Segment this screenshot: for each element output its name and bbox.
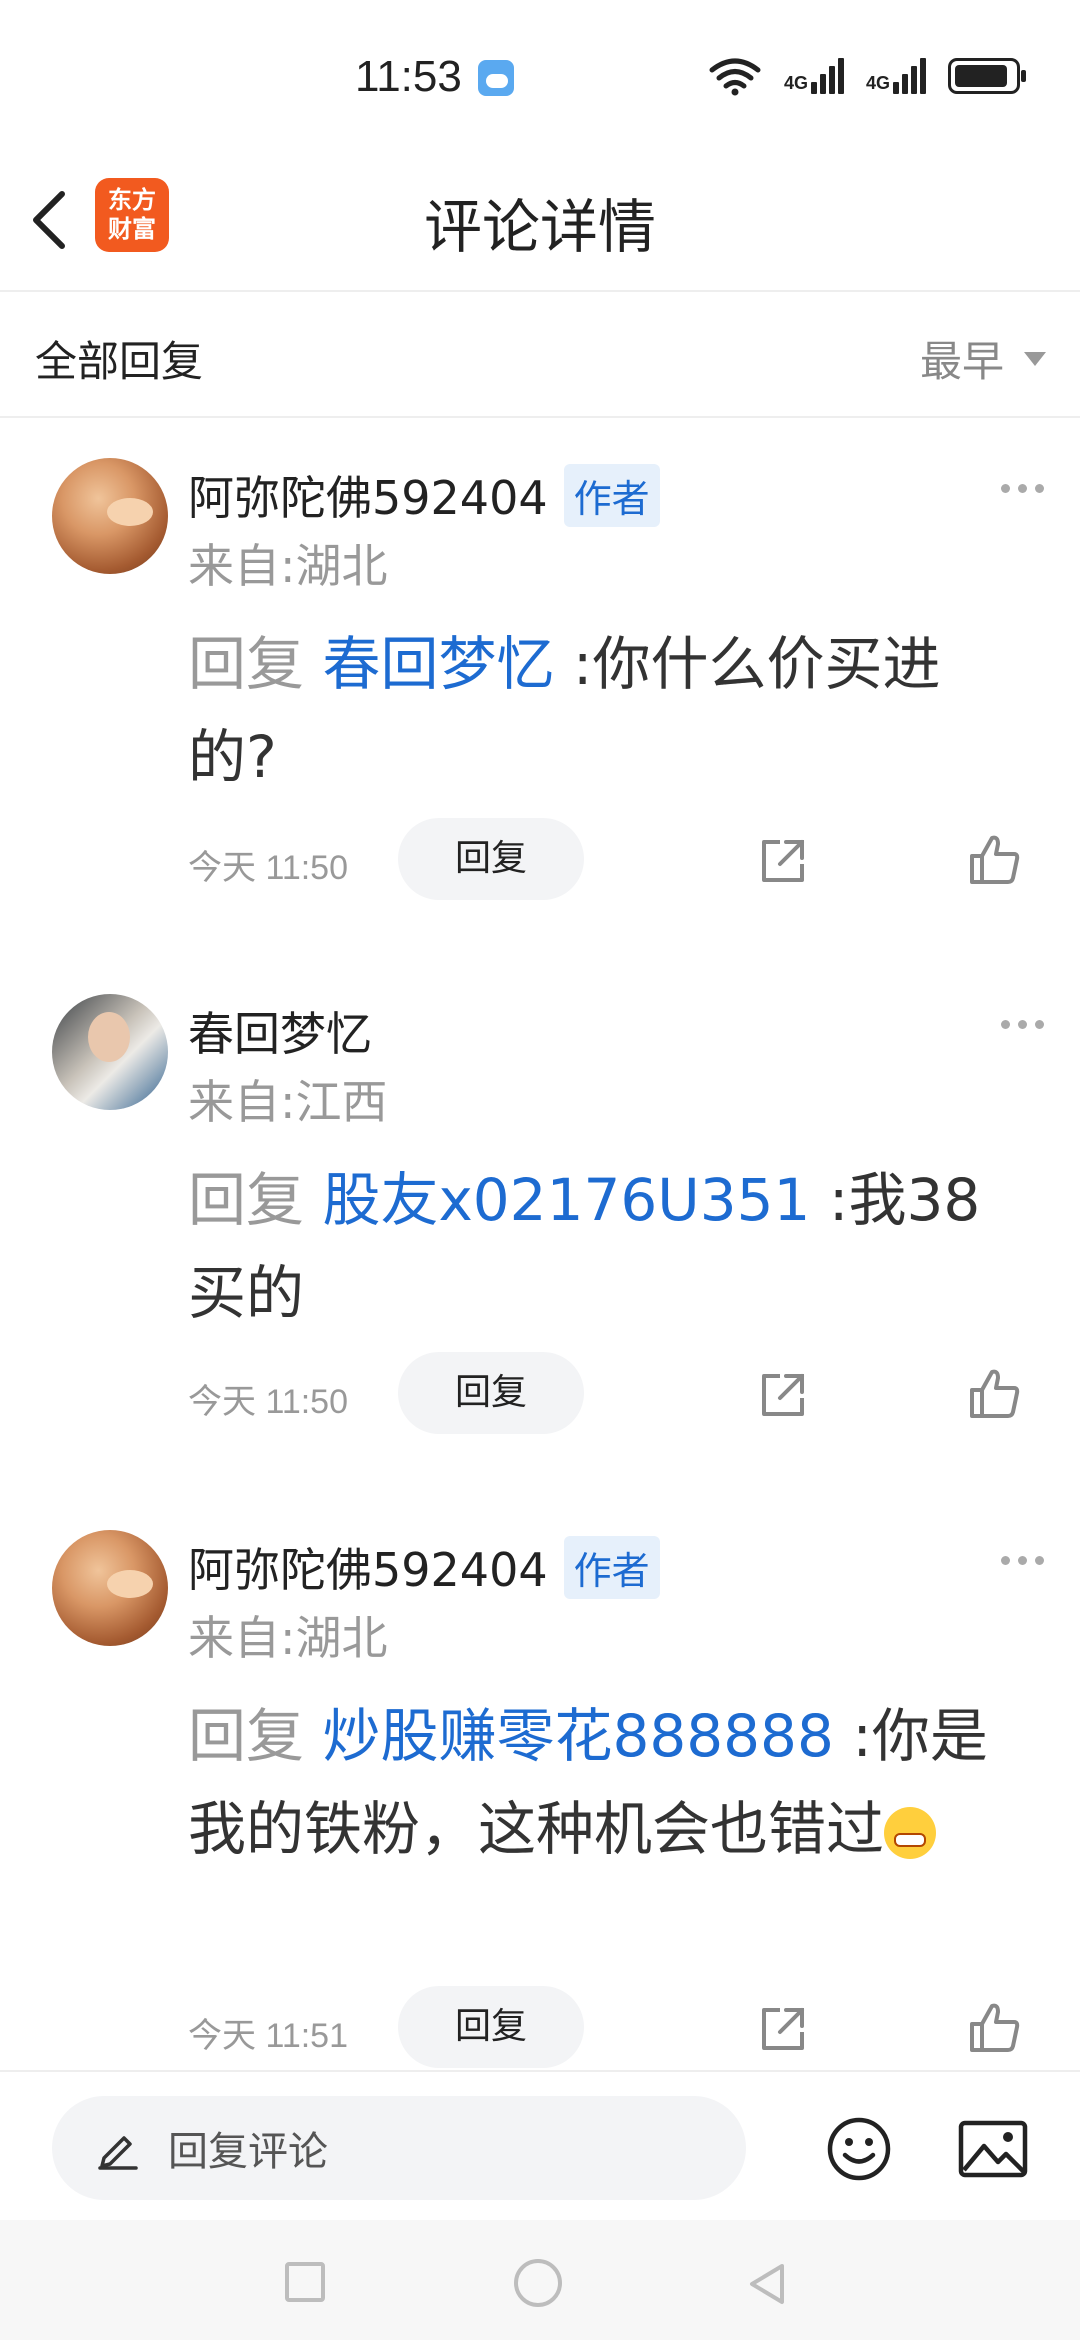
top-nav-bar: 东方 财富 评论详情: [0, 150, 1080, 292]
network-type-2: 4G: [865, 73, 890, 93]
reply-prefix: 回复: [188, 630, 305, 698]
comment-location: 来自:湖北: [188, 1611, 388, 1665]
status-bar: 11:53 4G 4G: [0, 0, 1080, 150]
comment-body: 回复 春回梦忆 :你什么价买进的?: [188, 618, 1028, 804]
battery-icon: [948, 58, 1026, 94]
pencil-icon: [98, 2136, 138, 2170]
comment-body: 回复 股友x02176U351 :我38买的: [188, 1154, 1028, 1340]
sort-dropdown[interactable]: 最早: [920, 328, 1046, 389]
author-badge: 作者: [563, 1535, 660, 1599]
avatar[interactable]: [52, 994, 168, 1110]
reply-prefix: 回复: [188, 1166, 305, 1234]
signal-icon-1: 4G: [784, 58, 844, 94]
system-nav-bar: [0, 2220, 1080, 2340]
reply-button[interactable]: 回复: [398, 1986, 584, 2068]
reply-target-user[interactable]: 股友x02176U351: [322, 1166, 810, 1234]
avatar[interactable]: [52, 1530, 168, 1646]
reply-prefix: 回复: [188, 1702, 305, 1770]
grimacing-face-emoji-icon: [884, 1806, 937, 1859]
reply-button[interactable]: 回复: [398, 1352, 584, 1434]
reply-input-placeholder: 回复评论: [168, 2129, 328, 2175]
author-badge: 作者: [563, 463, 660, 527]
reply-input-bar: 回复评论: [0, 2070, 1080, 2222]
reply-separator: :: [852, 1702, 872, 1770]
share-icon[interactable]: [758, 836, 808, 886]
signal-icon-2: 4G: [866, 58, 926, 94]
comment-author[interactable]: 阿弥陀佛592404: [188, 462, 548, 528]
comment-author[interactable]: 春回梦忆: [188, 998, 372, 1064]
image-picker-icon[interactable]: [958, 2120, 1028, 2178]
more-options-icon[interactable]: [1001, 1020, 1044, 1029]
thumbs-up-icon[interactable]: [968, 2000, 1022, 2054]
comment-time: 今天 11:50: [188, 1383, 349, 1421]
sort-label: 最早: [919, 337, 1004, 386]
comment-time: 今天 11:50: [188, 849, 349, 887]
comment-time: 今天 11:51: [188, 2017, 349, 2055]
comment-body: 回复 炒股赚零花888888 :你是我的铁粉，这种机会也错过: [188, 1690, 1028, 1876]
share-icon[interactable]: [758, 2004, 808, 2054]
reply-button[interactable]: 回复: [398, 818, 584, 900]
share-icon[interactable]: [758, 1370, 808, 1420]
all-replies-label: 全部回复: [35, 337, 204, 386]
more-options-icon[interactable]: [1001, 484, 1044, 493]
weather-icon: [478, 60, 514, 96]
dropdown-caret-icon: [1024, 351, 1046, 366]
page-title: 评论详情: [423, 193, 656, 261]
avatar[interactable]: [52, 458, 168, 574]
wifi-icon: [709, 58, 761, 96]
reply-target-user[interactable]: 春回梦忆: [322, 630, 554, 698]
system-back-icon[interactable]: [744, 2260, 792, 2308]
reply-separator: :: [828, 1166, 849, 1234]
comment-location: 来自:湖北: [188, 539, 388, 593]
reply-input[interactable]: 回复评论: [52, 2096, 746, 2200]
thumbs-up-icon[interactable]: [968, 1366, 1022, 1420]
home-icon[interactable]: [514, 2259, 562, 2307]
status-time: 11:53: [355, 52, 462, 101]
network-type-1: 4G: [783, 73, 808, 93]
comment-location: 来自:江西: [188, 1075, 388, 1129]
more-options-icon[interactable]: [1001, 1556, 1044, 1565]
reply-separator: :: [572, 630, 593, 698]
comment-author[interactable]: 阿弥陀佛592404: [188, 1534, 548, 1600]
recent-apps-icon[interactable]: [285, 2262, 325, 2302]
reply-target-user[interactable]: 炒股赚零花888888: [322, 1702, 833, 1770]
reply-filter-bar: 全部回复 最早: [0, 292, 1080, 418]
thumbs-up-icon[interactable]: [968, 832, 1022, 886]
emoji-smile-icon[interactable]: [826, 2116, 892, 2182]
